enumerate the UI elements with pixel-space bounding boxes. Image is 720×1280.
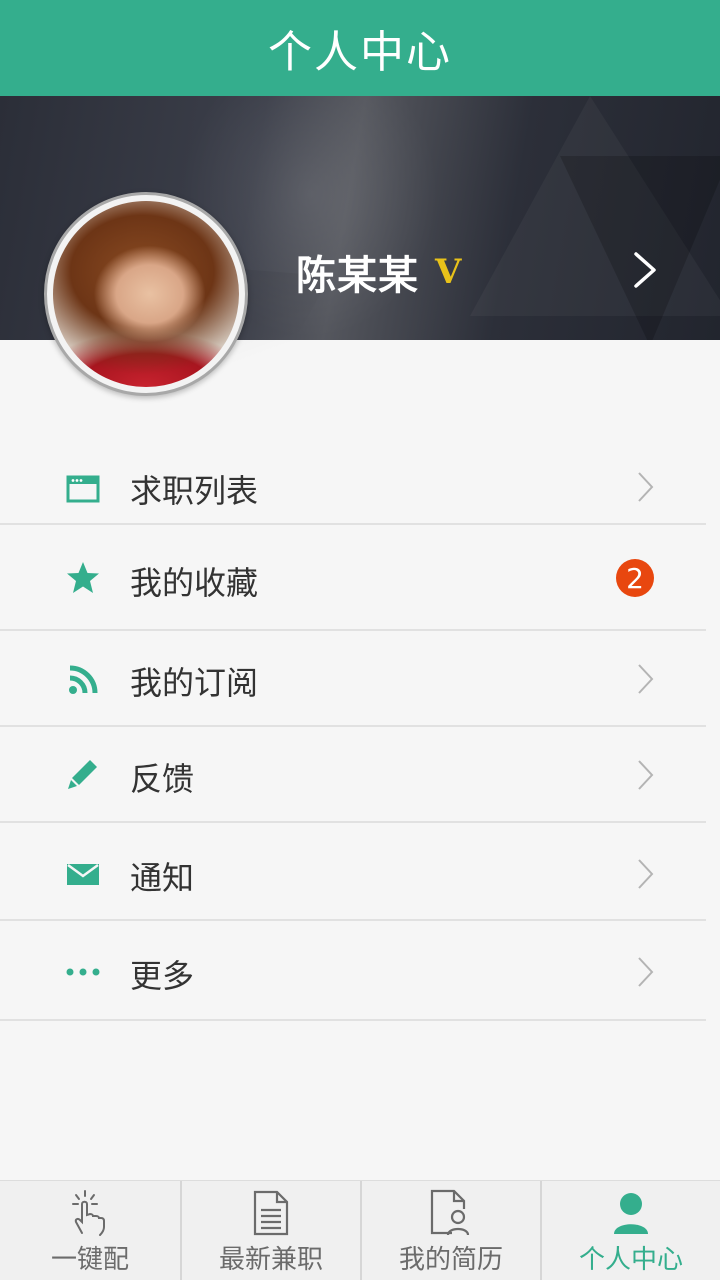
envelope-icon [64,855,102,893]
tab-label: 最新兼职 [218,1245,323,1275]
document-icon [247,1189,295,1237]
bottom-tab-bar: 一键配 最新兼职 我的简历 个人中心 [0,1180,720,1280]
banner-background-facet [560,156,720,340]
chevron-right-icon [638,859,654,889]
tab-label: 个人中心 [578,1245,683,1275]
star-icon [64,559,102,597]
chevron-right-icon [638,664,654,694]
menu-item-more[interactable]: 更多 [0,921,720,1021]
tab-label: 我的简历 [398,1245,503,1275]
pencil-icon [64,755,102,793]
chevron-right-icon [638,760,654,790]
window-icon [64,470,102,508]
menu-item-notifications[interactable]: 通知 [0,823,720,921]
tab-latest-jobs[interactable]: 最新兼职 [180,1181,360,1280]
menu-item-job-list[interactable]: 求职列表 [0,440,720,525]
resume-icon [427,1189,475,1237]
menu-item-label: 更多 [130,957,195,995]
page-title: 个人中心 [268,27,452,78]
more-dots-icon [64,953,102,991]
menu-item-label: 求职列表 [130,472,259,510]
rss-icon [64,661,102,699]
title-bar: 个人中心 [0,0,720,96]
avatar[interactable] [44,192,248,396]
tap-hand-icon [66,1189,114,1237]
tab-my-resume[interactable]: 我的简历 [360,1181,540,1280]
tab-one-click-match[interactable]: 一键配 [0,1181,180,1280]
favorites-count-badge: 2 [616,559,654,597]
divider [0,1019,706,1021]
chevron-right-icon[interactable] [628,250,660,290]
user-name: 陈某某 [296,253,419,299]
avatar-photo [53,201,239,387]
chevron-right-icon [638,472,654,502]
person-icon [607,1189,655,1237]
menu-item-label: 通知 [130,859,195,897]
chevron-right-icon [638,957,654,987]
vip-badge: V [435,252,462,292]
menu-item-label: 我的收藏 [130,564,259,602]
menu-item-label: 反馈 [130,760,195,798]
tab-personal-center[interactable]: 个人中心 [540,1181,720,1280]
profile-name-row[interactable]: 陈某某 V [296,244,461,300]
menu-item-feedback[interactable]: 反馈 [0,727,720,823]
menu-item-label: 我的订阅 [130,664,259,702]
menu-item-favorites[interactable]: 我的收藏 2 [0,525,720,631]
tab-label: 一键配 [50,1245,129,1275]
menu-item-subscriptions[interactable]: 我的订阅 [0,631,720,727]
